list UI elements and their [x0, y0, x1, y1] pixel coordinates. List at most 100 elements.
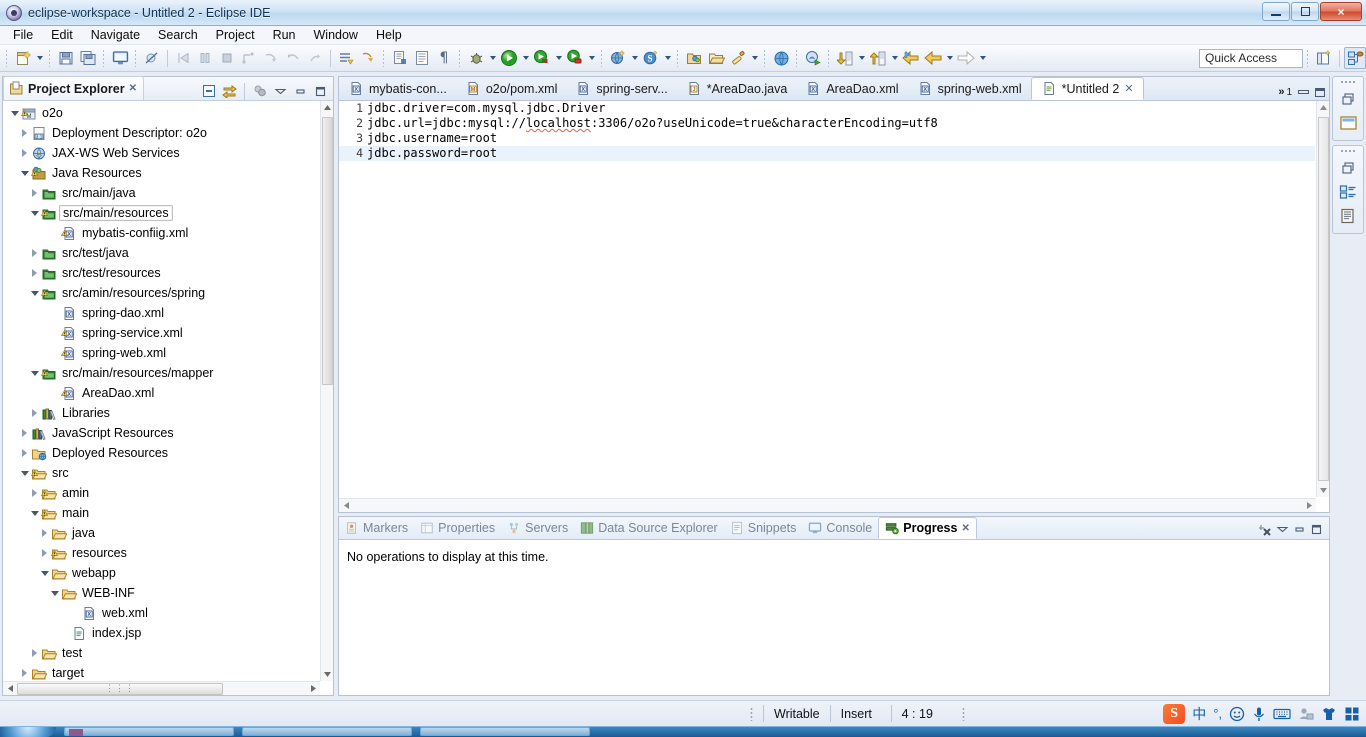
toolbar-grip-11[interactable] — [827, 49, 831, 67]
menu-window[interactable]: Window — [305, 27, 367, 43]
editor-scroll-thumb[interactable] — [1318, 117, 1329, 481]
toolbar-grip-9[interactable] — [763, 49, 767, 67]
save-all-icon[interactable] — [77, 47, 99, 69]
previous-edit-location-icon[interactable] — [834, 47, 856, 69]
twisty-expanded-icon[interactable] — [49, 588, 60, 599]
debug-icon[interactable] — [465, 47, 487, 69]
twisty-expanded-icon[interactable] — [19, 468, 30, 479]
new-dropdown-arrow[interactable] — [34, 47, 45, 69]
bottom-tab-snippets[interactable]: Snippets — [724, 517, 803, 539]
open-perspective-icon[interactable] — [1313, 47, 1335, 69]
restore-button[interactable] — [1291, 2, 1319, 21]
tab-project-explorer[interactable]: Project Explorer ✕ — [3, 76, 144, 100]
toolbar-grip-10[interactable] — [795, 49, 799, 67]
scroll-down-arrow[interactable] — [321, 668, 334, 681]
twisty-expanded-icon[interactable] — [29, 508, 40, 519]
bottom-tab-markers[interactable]: Markers — [339, 517, 414, 539]
editor-tab-mybatis-con-[interactable]: Xmybatis-con... — [339, 77, 456, 100]
new-java-package-icon[interactable] — [411, 47, 433, 69]
view-menu-icon[interactable] — [271, 82, 289, 100]
tree-item-target[interactable]: target — [3, 663, 320, 681]
editor-scroll-left-arrow[interactable] — [339, 501, 353, 510]
previous-edit-dropdown-arrow[interactable] — [856, 47, 867, 69]
editor-tab--areadao-java[interactable]: J *AreaDao.java — [677, 77, 797, 100]
run-external-tools-icon[interactable] — [531, 47, 553, 69]
restore-icon-2[interactable] — [1336, 156, 1360, 180]
chinese-mode-icon[interactable]: 中 — [1192, 705, 1206, 723]
next-annotation-icon[interactable] — [357, 47, 379, 69]
twisty-collapsed-icon[interactable] — [39, 528, 50, 539]
bottom-tab-servers[interactable]: Servers — [501, 517, 574, 539]
punctuation-icon[interactable]: °, — [1213, 705, 1222, 723]
taskbar-item-1[interactable] — [64, 727, 234, 736]
tree-item-amin[interactable]: amin — [3, 483, 320, 503]
tree-item-test[interactable]: test — [3, 643, 320, 663]
fast-view-grip-2[interactable] — [1340, 149, 1356, 153]
new-wizard-icon[interactable] — [12, 47, 34, 69]
tree-item-webapp[interactable]: webapp — [3, 563, 320, 583]
forward-dropdown-arrow[interactable] — [977, 47, 988, 69]
twisty-expanded-icon[interactable] — [29, 208, 40, 219]
menu-navigate[interactable]: Navigate — [82, 27, 149, 43]
tree-item-resources[interactable]: resources — [3, 543, 320, 563]
editor-tab--untitled-2[interactable]: *Untitled 2 ✕ — [1030, 77, 1144, 100]
show-whitespace-icon[interactable]: ¶ — [433, 47, 455, 69]
run-icon[interactable] — [498, 47, 520, 69]
twisty-collapsed-icon[interactable] — [29, 408, 40, 419]
back-icon[interactable] — [900, 47, 922, 69]
close-icon[interactable]: ✕ — [961, 523, 969, 534]
focus-on-active-task-icon[interactable] — [251, 82, 269, 100]
toolbar-grip-7[interactable] — [600, 49, 604, 67]
save-icon[interactable] — [55, 47, 77, 69]
user-icon[interactable] — [1298, 705, 1314, 723]
tree-item-javascript-resources[interactable]: JavaScript Resources — [3, 423, 320, 443]
run-dropdown-arrow[interactable] — [520, 47, 531, 69]
tree-item-src-main-resources-mapper[interactable]: src/main/resources/mapper — [3, 363, 320, 383]
toolbox-icon[interactable] — [1344, 705, 1360, 723]
twisty-collapsed-icon[interactable] — [29, 488, 40, 499]
editor-tab-overflow[interactable]: » 1 — [1274, 86, 1329, 100]
close-button[interactable]: × — [1320, 2, 1362, 21]
tree-item-mybatis-confiig-xml[interactable]: Xmybatis-confiig.xml — [3, 223, 320, 243]
tree-item-src-main-resources[interactable]: src/main/resources — [3, 203, 320, 223]
tree-item-main[interactable]: main — [3, 503, 320, 523]
close-icon[interactable]: ✕ — [129, 83, 137, 94]
menu-file[interactable]: File — [4, 27, 42, 43]
close-icon[interactable]: ✕ — [1124, 82, 1133, 95]
twisty-expanded-icon[interactable] — [19, 168, 30, 179]
editor-scroll-right-arrow[interactable] — [1302, 501, 1316, 510]
task-list-icon[interactable] — [1336, 180, 1360, 204]
spring-dropdown-arrow[interactable] — [662, 47, 673, 69]
minimize-icon[interactable] — [1293, 523, 1306, 536]
tree-item-web-inf[interactable]: WEB-INF — [3, 583, 320, 603]
tree-item-libraries[interactable]: Libraries — [3, 403, 320, 423]
toolbar-grip-6[interactable] — [458, 49, 462, 67]
bottom-tab-progress[interactable]: Progress ✕ — [878, 517, 977, 539]
taskbar-item-3[interactable] — [420, 727, 590, 736]
next-edit-dropdown-arrow[interactable] — [889, 47, 900, 69]
explorer-hscroll-thumb[interactable]: ⋮⋮⋮ — [17, 682, 223, 695]
tree-item-o2o[interactable]: Mo2o — [3, 103, 320, 123]
open-resource-icon[interactable] — [705, 47, 727, 69]
fast-view-grip-1[interactable] — [1340, 80, 1356, 84]
tree-item-jax-ws-web-services[interactable]: JAX-WS Web Services — [3, 143, 320, 163]
editor-tab-spring-web-xml[interactable]: Xspring-web.xml — [908, 77, 1031, 100]
toolbar-grip-2[interactable] — [48, 49, 52, 67]
chevron-right-icon[interactable]: » — [1278, 86, 1284, 98]
profile-icon[interactable] — [564, 47, 586, 69]
maximize-icon[interactable] — [1310, 523, 1323, 536]
tree-item-deployment-descriptor-o2o[interactable]: 3.1 Deployment Descriptor: o2o — [3, 123, 320, 143]
minimize-icon[interactable] — [1298, 90, 1309, 94]
twisty-expanded-icon[interactable] — [29, 368, 40, 379]
tree-item-src[interactable]: src — [3, 463, 320, 483]
twisty-expanded-icon[interactable] — [39, 568, 50, 579]
minimize-icon[interactable] — [291, 82, 309, 100]
forward-back-icon[interactable] — [922, 47, 944, 69]
tree-item-src-main-java[interactable]: src/main/java — [3, 183, 320, 203]
search-icon[interactable] — [727, 47, 749, 69]
skip-breakpoints-icon[interactable] — [141, 47, 163, 69]
tree-item-spring-service-xml[interactable]: Xspring-service.xml — [3, 323, 320, 343]
explorer-scroll-thumb[interactable] — [322, 117, 333, 385]
editor-tab-spring-serv-[interactable]: Xspring-serv... — [566, 77, 676, 100]
scroll-up-arrow[interactable] — [321, 101, 333, 114]
